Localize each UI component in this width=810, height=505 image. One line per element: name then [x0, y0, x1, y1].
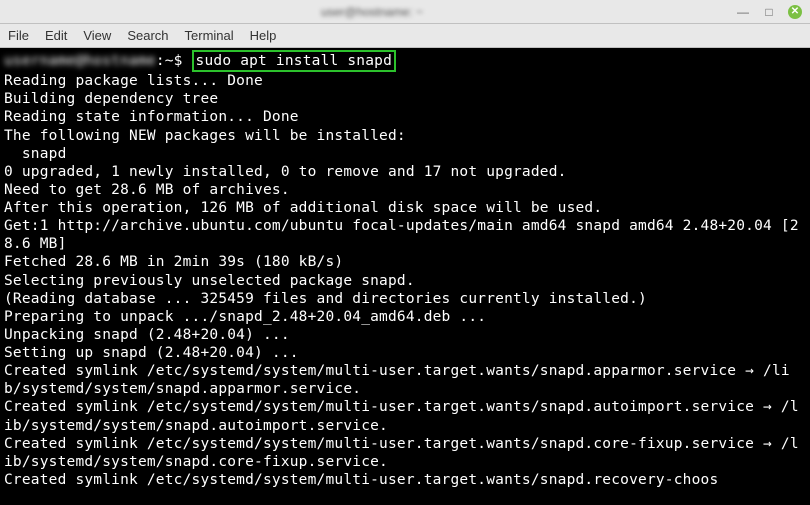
- maximize-button[interactable]: □: [762, 5, 776, 19]
- output-line: The following NEW packages will be insta…: [4, 127, 806, 145]
- output-line: Selecting previously unselected package …: [4, 272, 806, 290]
- menu-help[interactable]: Help: [250, 28, 277, 43]
- output-line: Reading package lists... Done: [4, 72, 806, 90]
- titlebar: user@hostname: ~ — □ ✕: [0, 0, 810, 24]
- output-line: Unpacking snapd (2.48+20.04) ...: [4, 326, 806, 344]
- output-line: After this operation, 126 MB of addition…: [4, 199, 806, 217]
- output-line: Need to get 28.6 MB of archives.: [4, 181, 806, 199]
- menu-terminal[interactable]: Terminal: [185, 28, 234, 43]
- terminal-output: Reading package lists... DoneBuilding de…: [4, 72, 806, 489]
- minimize-button[interactable]: —: [736, 5, 750, 19]
- output-line: Fetched 28.6 MB in 2min 39s (180 kB/s): [4, 253, 806, 271]
- command-highlight: sudo apt install snapd: [192, 50, 396, 72]
- output-line: Preparing to unpack .../snapd_2.48+20.04…: [4, 308, 806, 326]
- menu-search[interactable]: Search: [127, 28, 168, 43]
- terminal-output-area[interactable]: username@hostname:~$ sudo apt install sn…: [0, 48, 810, 505]
- prompt-line: username@hostname:~$ sudo apt install sn…: [4, 50, 806, 72]
- prompt-path: :~$: [156, 53, 183, 69]
- menu-edit[interactable]: Edit: [45, 28, 67, 43]
- output-line: snapd: [4, 145, 806, 163]
- window-controls: — □ ✕: [736, 5, 802, 19]
- output-line: Get:1 http://archive.ubuntu.com/ubuntu f…: [4, 217, 806, 253]
- prompt-userhost: username@hostname: [4, 53, 156, 69]
- output-line: Created symlink /etc/systemd/system/mult…: [4, 398, 806, 434]
- output-line: Created symlink /etc/systemd/system/mult…: [4, 435, 806, 471]
- window-title: user@hostname: ~: [8, 5, 736, 19]
- output-line: Building dependency tree: [4, 90, 806, 108]
- output-line: Setting up snapd (2.48+20.04) ...: [4, 344, 806, 362]
- menu-file[interactable]: File: [8, 28, 29, 43]
- close-button[interactable]: ✕: [788, 5, 802, 19]
- output-line: Created symlink /etc/systemd/system/mult…: [4, 471, 806, 489]
- output-line: Created symlink /etc/systemd/system/mult…: [4, 362, 806, 398]
- menubar: File Edit View Search Terminal Help: [0, 24, 810, 48]
- output-line: 0 upgraded, 1 newly installed, 0 to remo…: [4, 163, 806, 181]
- output-line: Reading state information... Done: [4, 108, 806, 126]
- output-line: (Reading database ... 325459 files and d…: [4, 290, 806, 308]
- menu-view[interactable]: View: [83, 28, 111, 43]
